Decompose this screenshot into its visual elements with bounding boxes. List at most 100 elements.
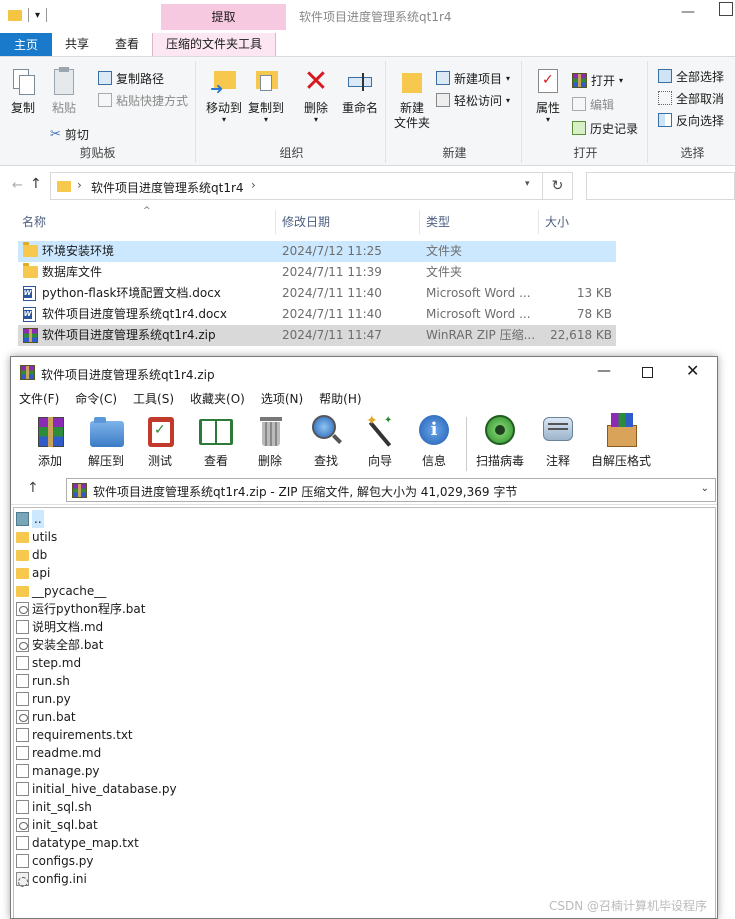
chevron-down-icon[interactable]: ⌄ xyxy=(701,483,709,494)
magic-wand-icon: ✦ ✦ xyxy=(362,413,398,449)
file-row[interactable]: 环境安装环境 2024/7/12 11:25 文件夹 xyxy=(18,241,616,262)
properties-button[interactable]: ✓ 属性 ▾ xyxy=(530,67,566,124)
file-row[interactable]: python-flask环境配置文档.docx 2024/7/11 11:40 … xyxy=(18,283,616,304)
view-button[interactable]: 查看 xyxy=(189,413,243,469)
file-row[interactable]: 软件项目进度管理系统qt1r4.zip 2024/7/11 11:47 WinR… xyxy=(18,325,616,346)
chevron-down-icon: ▾ xyxy=(313,115,318,124)
archive-entry-name: configs.py xyxy=(32,854,94,868)
tab-view[interactable]: 查看 xyxy=(102,33,152,56)
clipboard-icon xyxy=(50,67,78,97)
select-group: 全部选择 全部取消 反向选择 选择 xyxy=(650,61,735,163)
magnifier-icon xyxy=(308,413,344,449)
edit-button[interactable]: 编辑 xyxy=(572,95,614,113)
chevron-down-icon[interactable]: ▾ xyxy=(525,179,530,189)
select-none-label: 全部取消 xyxy=(676,91,725,106)
info-button[interactable]: i 信息 xyxy=(407,413,461,469)
menu-file[interactable]: 文件(F) xyxy=(11,389,67,409)
tab-share[interactable]: 共享 xyxy=(52,33,102,56)
close-icon[interactable]: ✕ xyxy=(686,361,699,380)
tab-compressed-folder-tools[interactable]: 压缩的文件夹工具 xyxy=(152,33,277,56)
menu-commands[interactable]: 命令(C) xyxy=(67,389,125,409)
edit-label: 编辑 xyxy=(590,97,615,112)
history-label: 历史记录 xyxy=(590,121,639,136)
window-title: 软件项目进度管理系统qt1r4 xyxy=(299,10,452,24)
invert-selection-label: 反向选择 xyxy=(676,113,725,128)
divider xyxy=(538,210,539,234)
paste-shortcut-button[interactable]: 粘贴快捷方式 xyxy=(98,91,188,109)
maximize-icon[interactable] xyxy=(642,367,653,378)
file-row[interactable]: 软件项目进度管理系统qt1r4.docx 2024/7/11 11:40 Mic… xyxy=(18,304,616,325)
archive-entry-name: init_sql.bat xyxy=(32,818,98,832)
navigation-bar: ← ↑ › 软件项目进度管理系统qt1r4 › ▾ ↻ xyxy=(0,170,735,204)
chevron-down-icon: ▾ xyxy=(545,115,550,124)
archive-entry-name: init_sql.sh xyxy=(32,800,92,814)
menu-help[interactable]: 帮助(H) xyxy=(311,389,369,409)
shortcut-icon xyxy=(98,93,112,107)
winrar-title-bar[interactable]: 软件项目进度管理系统qt1r4.zip — ✕ xyxy=(11,357,717,389)
column-header-size[interactable]: 大小 xyxy=(545,210,569,234)
wizard-label: 向导 xyxy=(367,454,392,468)
copy-button[interactable]: 复制 xyxy=(6,67,40,116)
file-name: 环境安装环境 xyxy=(42,244,115,258)
easy-access-label: 轻松访问 xyxy=(454,93,503,108)
breadcrumb-current[interactable]: 软件项目进度管理系统qt1r4 xyxy=(91,179,244,196)
archive-file-list[interactable]: .. utils db api __pycache__ 运行python程序.bat 说明文… xyxy=(13,507,716,918)
select-all-button[interactable]: 全部选择 xyxy=(658,67,724,85)
comment-button[interactable]: 注释 xyxy=(531,413,585,469)
add-button[interactable]: 添加 xyxy=(23,413,77,469)
minimize-icon[interactable]: — xyxy=(681,4,695,20)
archive-entry-name: run.sh xyxy=(32,674,70,688)
breadcrumb-separator: › xyxy=(77,178,82,192)
select-none-button[interactable]: 全部取消 xyxy=(658,89,724,107)
up-arrow-icon[interactable]: ↑ xyxy=(30,176,42,192)
up-arrow-icon[interactable]: ↑ xyxy=(27,480,39,496)
menu-favorites[interactable]: 收藏夹(O) xyxy=(182,389,253,409)
chevron-down-icon[interactable]: ▾ xyxy=(35,10,40,21)
archive-entry-name: step.md xyxy=(32,656,82,670)
copy-path-button[interactable]: 复制路径 xyxy=(98,69,164,87)
find-button[interactable]: 查找 xyxy=(299,413,353,469)
winrar-path-bar: ↑ 软件项目进度管理系统qt1r4.zip - ZIP 压缩文件, 解包大小为 … xyxy=(11,475,717,505)
column-header-type[interactable]: 类型 xyxy=(426,210,450,234)
archive-entry-name: manage.py xyxy=(32,764,100,778)
delete-archive-button[interactable]: 删除 xyxy=(243,413,297,469)
rename-button[interactable]: 重命名 xyxy=(338,67,382,116)
paste-button[interactable]: 粘贴 xyxy=(46,67,82,116)
open-button[interactable]: 打开 ▾ xyxy=(572,71,623,89)
file-type: 文件夹 xyxy=(426,244,463,258)
archive-path-combobox[interactable]: 软件项目进度管理系统qt1r4.zip - ZIP 压缩文件, 解包大小为 41… xyxy=(66,478,716,502)
cut-button[interactable]: ✂ 剪切 xyxy=(50,125,89,143)
new-folder-button[interactable]: 新建 文件夹 xyxy=(392,67,432,131)
extract-to-button[interactable]: 解压到 xyxy=(79,413,133,469)
maximize-icon[interactable] xyxy=(719,2,733,16)
refresh-icon[interactable]: ↻ xyxy=(543,172,573,200)
wizard-button[interactable]: ✦ ✦ 向导 xyxy=(353,413,407,469)
folder-icon xyxy=(16,532,29,543)
tab-home[interactable]: 主页 xyxy=(0,33,53,56)
scissors-icon: ✂ xyxy=(50,126,61,142)
menu-options[interactable]: 选项(N) xyxy=(253,389,311,409)
file-icon xyxy=(16,674,29,688)
search-input[interactable] xyxy=(586,172,735,200)
menu-tools[interactable]: 工具(S) xyxy=(125,389,182,409)
minimize-icon[interactable]: — xyxy=(597,363,611,379)
address-bar[interactable]: › 软件项目进度管理系统qt1r4 › ▾ xyxy=(50,172,543,200)
file-type: 文件夹 xyxy=(426,265,463,279)
copy-to-button[interactable]: 复制到 ▾ xyxy=(246,67,286,124)
archive-entry-name: db xyxy=(32,548,48,562)
scan-virus-button[interactable]: 扫描病毒 xyxy=(473,413,527,469)
column-header-modified[interactable]: 修改日期 xyxy=(282,210,330,234)
sfx-button[interactable]: 自解压格式 xyxy=(585,413,657,469)
invert-selection-button[interactable]: 反向选择 xyxy=(658,111,724,129)
history-button[interactable]: 历史记录 xyxy=(572,119,638,137)
back-arrow-icon[interactable]: ← xyxy=(12,178,23,193)
folder-icon[interactable] xyxy=(8,9,22,21)
delete-button[interactable]: ✕ 删除 ▾ xyxy=(296,67,336,124)
extract-tab-group[interactable]: 提取 xyxy=(161,4,286,30)
new-item-button[interactable]: 新建项目 ▾ xyxy=(436,69,510,87)
column-header-name[interactable]: 名称 xyxy=(22,210,46,234)
easy-access-button[interactable]: 轻松访问 ▾ xyxy=(436,91,510,109)
test-button[interactable]: ✓ 测试 xyxy=(133,413,187,469)
move-to-button[interactable]: ➜ 移动到 ▾ xyxy=(204,67,244,124)
file-row[interactable]: 数据库文件 2024/7/11 11:39 文件夹 xyxy=(18,262,616,283)
